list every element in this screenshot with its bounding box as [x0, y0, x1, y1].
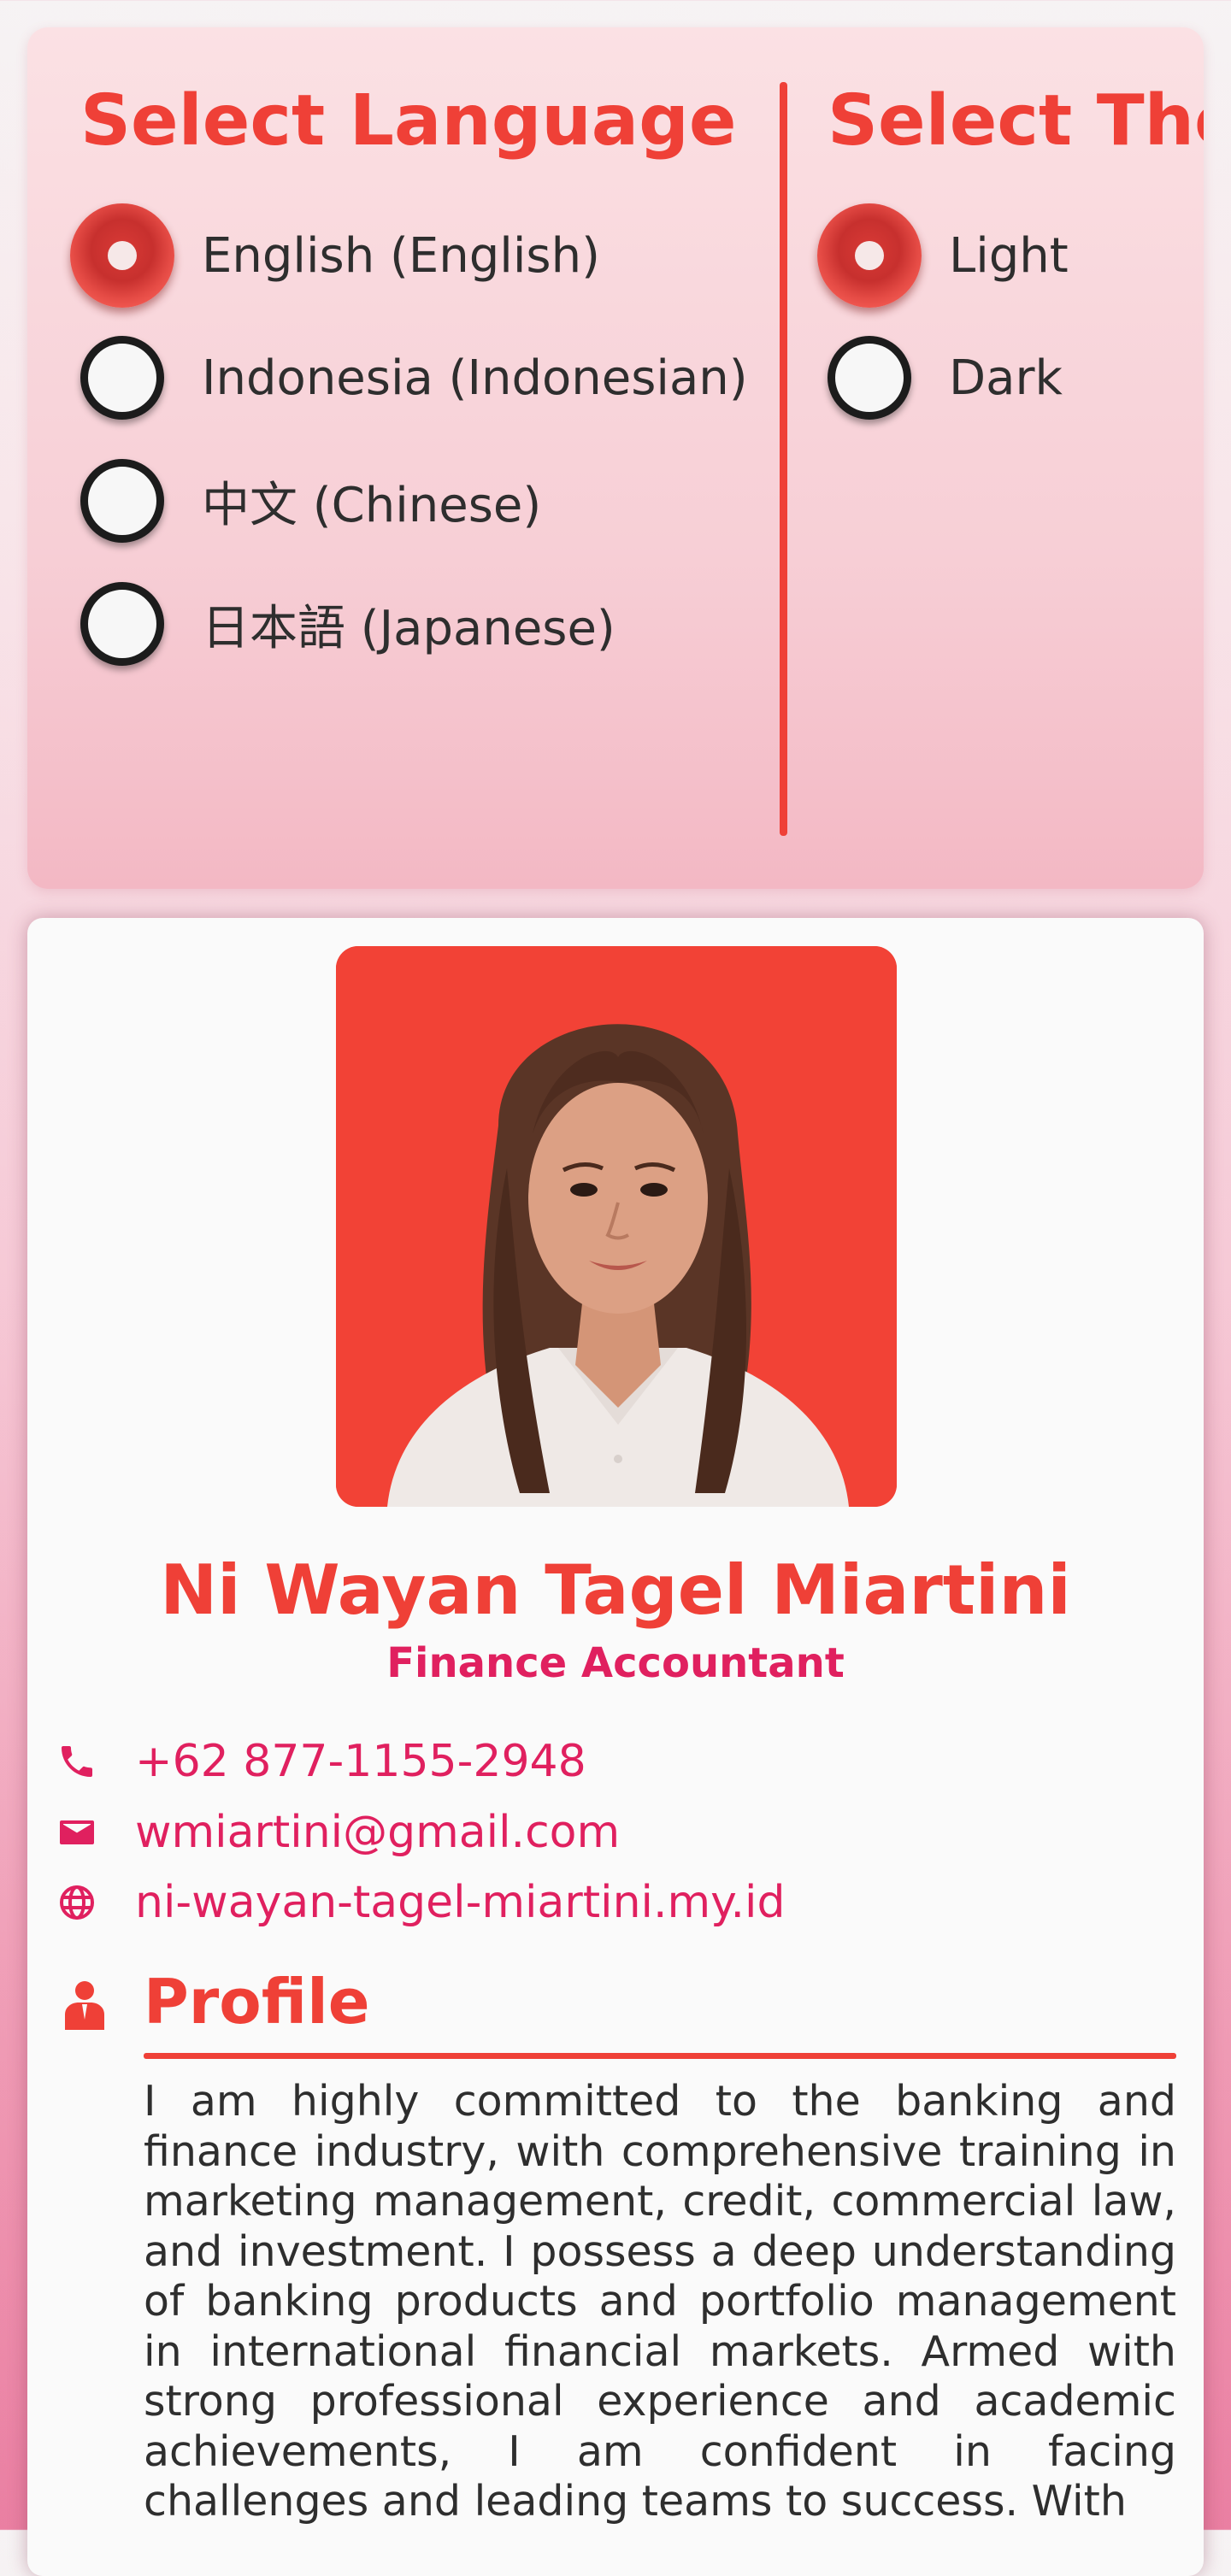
profile-photo-illustration	[336, 946, 897, 1507]
profile-section-title: Profile	[144, 1966, 370, 2038]
radio-unchecked-icon[interactable]	[80, 459, 164, 543]
profile-card: Ni Wayan Tagel Miartini Finance Accounta…	[27, 918, 1204, 2576]
contact-email[interactable]: wmiartini@gmail.com	[56, 1803, 620, 1862]
radio-unchecked-icon[interactable]	[828, 336, 911, 420]
profile-name: Ni Wayan Tagel Miartini	[160, 1550, 1071, 1630]
email-link[interactable]: wmiartini@gmail.com	[135, 1807, 620, 1858]
section-divider	[144, 2053, 1176, 2059]
settings-scroll-area[interactable]: Select Language English (English) Indone…	[27, 27, 1204, 882]
person-icon	[65, 1981, 104, 2030]
website-link[interactable]: ni-wayan-tagel-miartini.my.id	[135, 1877, 786, 1928]
language-title: Select Language	[80, 80, 737, 162]
profile-summary: I am highly committed to the banking and…	[144, 2077, 1176, 2526]
language-option-chinese[interactable]: 中文 (Chinese)	[80, 450, 541, 552]
globe-icon	[60, 1885, 94, 1920]
phone-icon	[62, 1746, 92, 1777]
radio-checked-icon[interactable]	[70, 203, 174, 308]
theme-title: Select Theme	[828, 80, 1204, 162]
radio-checked-icon[interactable]	[817, 203, 922, 308]
language-option-label: English (English)	[202, 227, 600, 284]
contact-phone[interactable]: +62 877-1155-2948	[56, 1732, 586, 1791]
theme-option-label: Light	[949, 227, 1069, 284]
email-icon	[60, 1820, 94, 1844]
contact-website[interactable]: ni-wayan-tagel-miartini.my.id	[56, 1873, 786, 1932]
language-option-indonesian[interactable]: Indonesia (Indonesian)	[80, 326, 748, 429]
job-title: Finance Accountant	[386, 1639, 845, 1687]
profile-photo	[336, 946, 897, 1507]
language-option-label: Indonesia (Indonesian)	[202, 350, 748, 406]
phone-link[interactable]: +62 877-1155-2948	[135, 1736, 586, 1787]
theme-option-light[interactable]: Light	[817, 203, 1069, 308]
column-divider	[780, 82, 787, 836]
language-option-label: 日本語 (Japanese)	[202, 600, 616, 656]
language-option-japanese[interactable]: 日本語 (Japanese)	[80, 573, 616, 675]
theme-option-label: Dark	[949, 350, 1063, 406]
radio-unchecked-icon[interactable]	[80, 336, 164, 420]
language-option-english[interactable]: English (English)	[70, 203, 600, 308]
theme-option-dark[interactable]: Dark	[828, 326, 1063, 429]
language-option-label: 中文 (Chinese)	[202, 477, 542, 533]
radio-unchecked-icon[interactable]	[80, 582, 164, 666]
settings-panel: Select Language English (English) Indone…	[27, 27, 1204, 889]
